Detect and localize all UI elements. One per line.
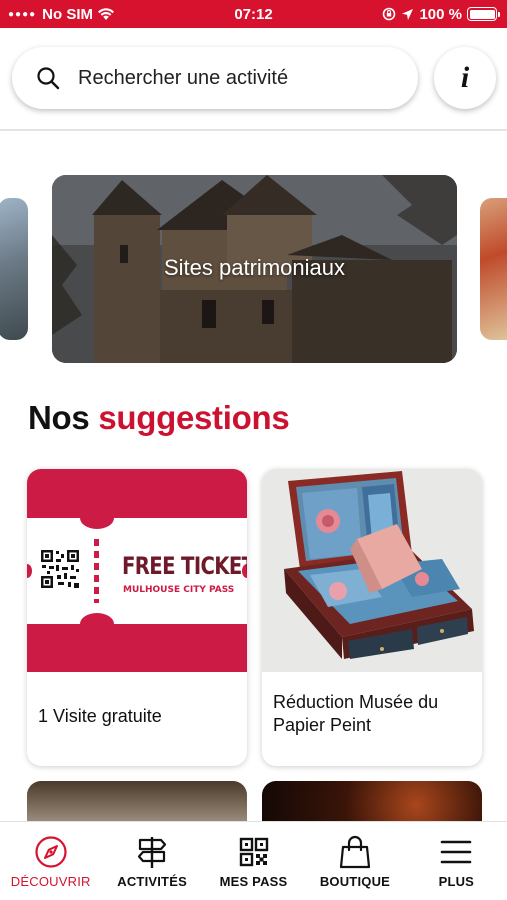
ticket-main-text: FREE TICKET [122, 552, 247, 580]
carrier-label: No SIM [42, 5, 94, 23]
battery-percent: 100 % [419, 5, 462, 23]
search-icon [37, 67, 60, 90]
search-bar[interactable] [12, 47, 418, 109]
tab-label: DÉCOUVRIR [10, 874, 91, 889]
free-ticket-image: FREE TICKET MULHOUSE CITY PASS [27, 469, 247, 672]
tab-boutique[interactable]: BOUTIQUE [304, 822, 405, 900]
tab-activites[interactable]: ACTIVITÉS [101, 822, 202, 900]
header-divider [0, 129, 507, 131]
section-heading-accent: suggestions [98, 399, 290, 436]
section-heading: Nos suggestions [28, 399, 290, 437]
compass-icon [35, 836, 67, 868]
search-input[interactable] [78, 66, 398, 90]
qr-code-icon [239, 837, 268, 867]
tab-plus[interactable]: PLUS [406, 822, 507, 900]
status-bar: ●●●● No SIM 07:12 100 % [0, 0, 507, 28]
ticket-sub-text: MULHOUSE CITY PASS [123, 585, 235, 595]
suggestion-card-label: 1 Visite gratuite [38, 706, 162, 726]
suggestion-card-free-visit[interactable]: FREE TICKET MULHOUSE CITY PASS 1 Visite … [27, 469, 247, 766]
tab-label: ACTIVITÉS [117, 874, 187, 889]
wifi-icon [98, 8, 115, 20]
tab-label: MES PASS [219, 874, 288, 889]
menu-icon [441, 840, 472, 864]
carousel-card-title: Sites patrimoniaux [164, 255, 345, 280]
suggestion-card-wallpaper-museum[interactable]: Réduction Musée du Papier Peint [262, 469, 482, 766]
battery-icon [467, 7, 500, 21]
carousel-card-next[interactable] [480, 198, 507, 340]
tab-decouvrir[interactable]: DÉCOUVRIR [0, 822, 101, 900]
qr-code-icon [40, 549, 80, 589]
tab-mes-pass[interactable]: MES PASS [203, 822, 304, 900]
suggestion-card-label: Réduction Musée du Papier Peint [273, 692, 439, 735]
signal-dots-icon: ●●●● [8, 8, 37, 20]
tab-bar: DÉCOUVRIR ACTIVITÉS MES PASS BOUTIQUE PL… [0, 821, 507, 900]
carousel-card-previous[interactable] [0, 198, 28, 340]
info-button[interactable]: i [434, 47, 496, 109]
shopping-bag-icon [339, 835, 371, 869]
tab-label: PLUS [438, 874, 475, 889]
wallpaper-box-photo [262, 469, 482, 672]
signpost-icon [138, 837, 167, 868]
location-arrow-icon [402, 8, 414, 20]
orientation-lock-icon [383, 7, 396, 21]
section-heading-plain: Nos [28, 399, 90, 436]
carousel-card-featured[interactable]: Sites patrimoniaux [52, 175, 457, 363]
tab-label: BOUTIQUE [319, 874, 391, 889]
